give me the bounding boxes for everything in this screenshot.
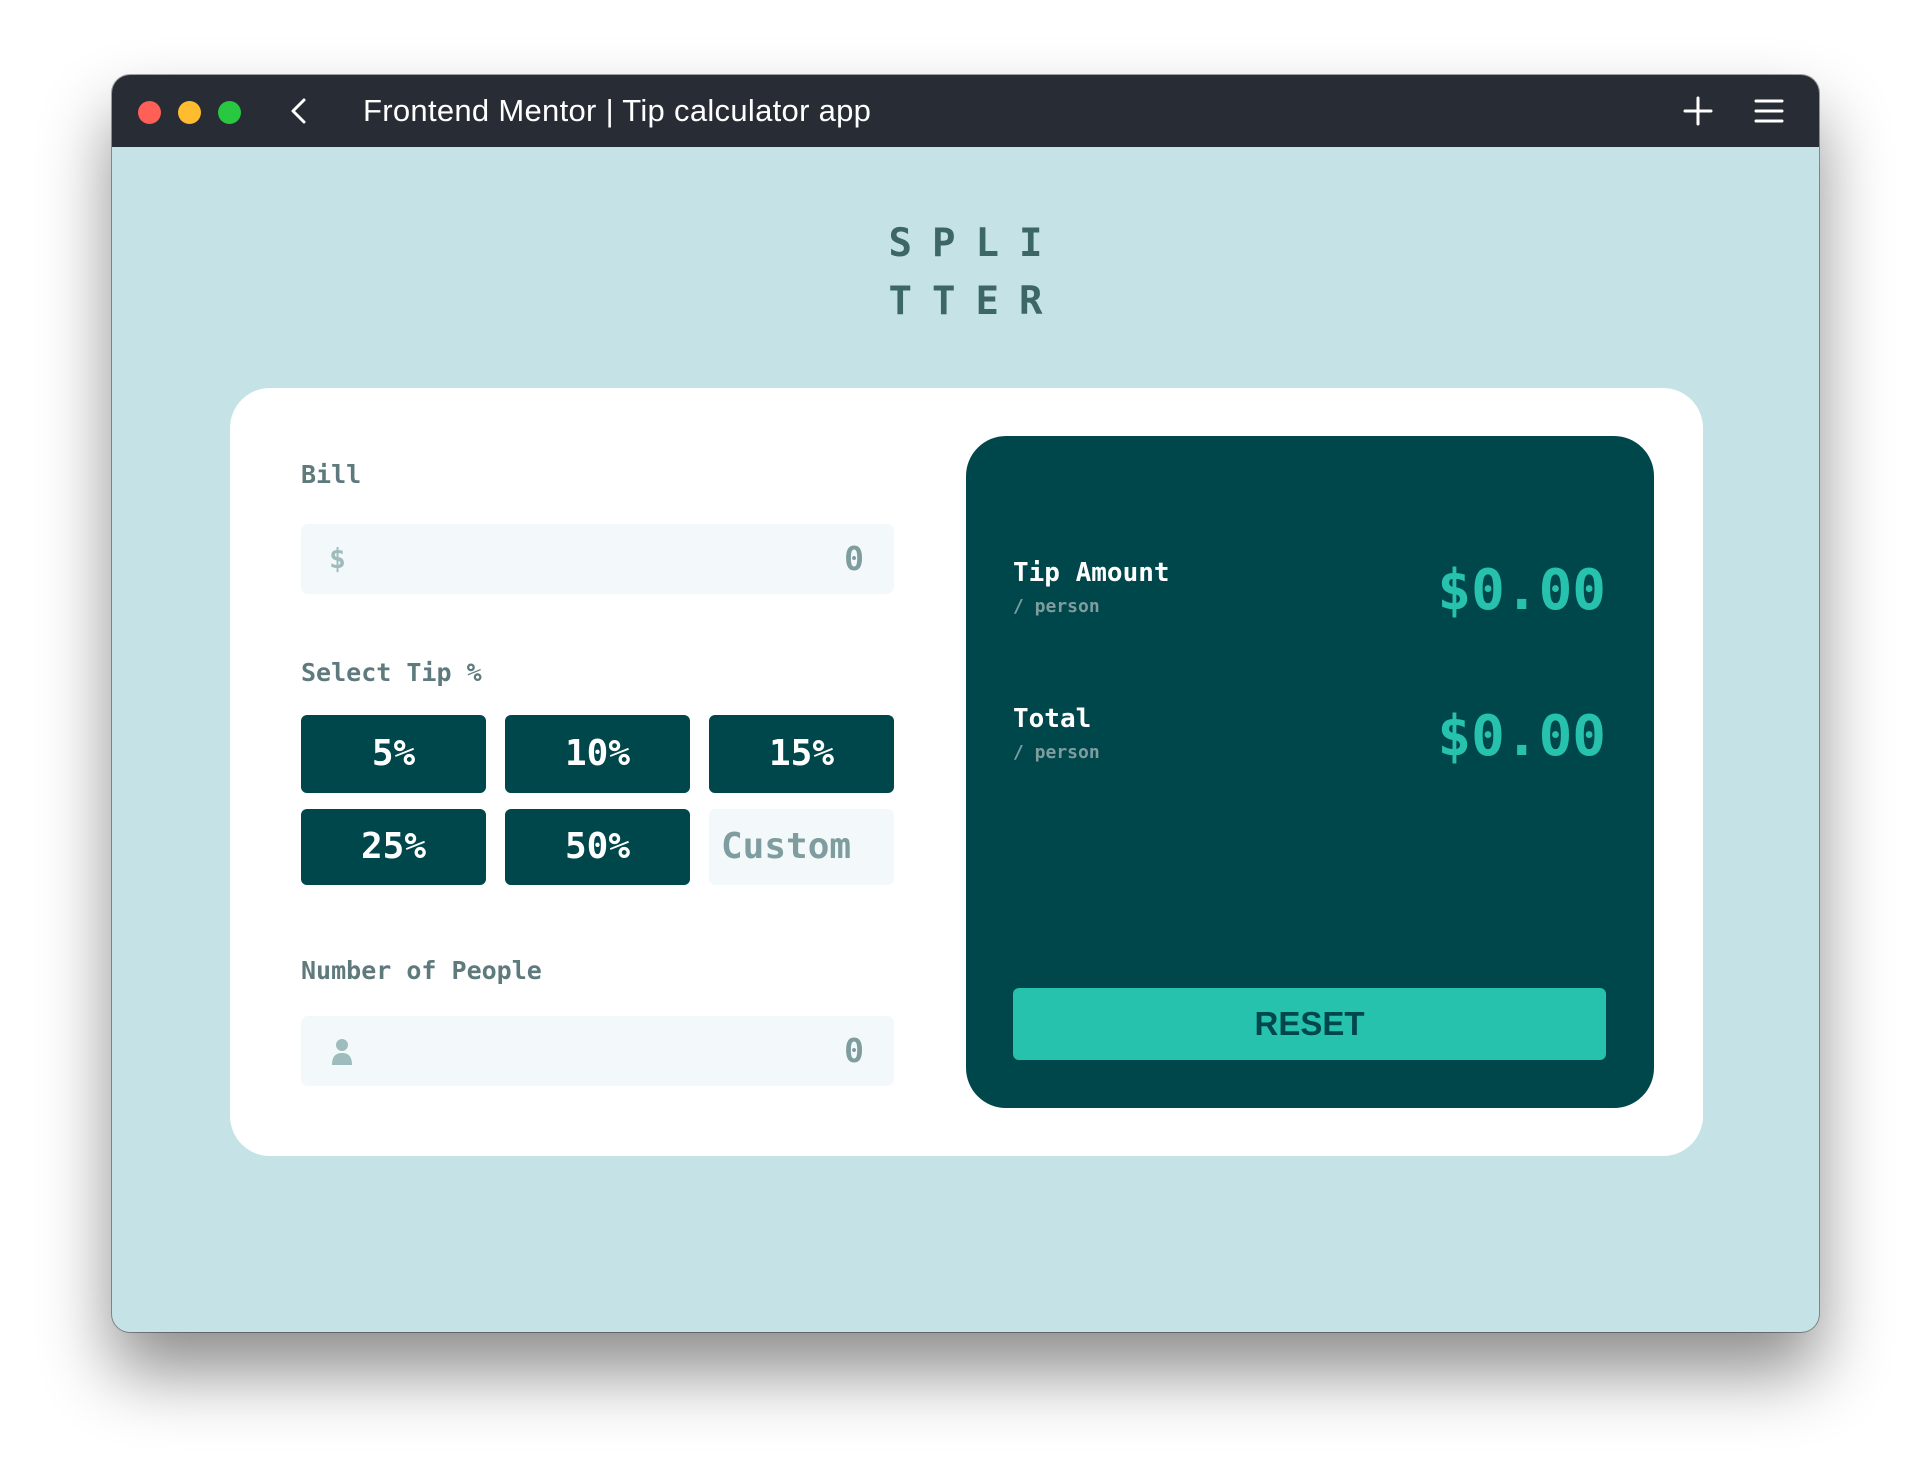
bill-input-value: 0 bbox=[844, 539, 864, 578]
dollar-icon: $ bbox=[329, 542, 346, 575]
results-panel: Tip Amount / person $0.00 Total / person… bbox=[966, 436, 1654, 1108]
tip-button-10[interactable]: 10% bbox=[505, 715, 690, 793]
window-title: Frontend Mentor | Tip calculator app bbox=[363, 93, 872, 128]
custom-tip-input[interactable]: Custom bbox=[709, 809, 894, 885]
minimize-window-button[interactable] bbox=[178, 101, 201, 124]
person-icon bbox=[332, 1039, 352, 1065]
close-window-button[interactable] bbox=[138, 101, 161, 124]
title-bar: Frontend Mentor | Tip calculator app bbox=[112, 75, 1819, 147]
bill-input[interactable]: $ 0 bbox=[301, 524, 894, 594]
tip-button-15[interactable]: 15% bbox=[709, 715, 894, 793]
hamburger-menu-icon[interactable] bbox=[1751, 93, 1787, 129]
back-arrow-icon[interactable] bbox=[284, 95, 316, 127]
tip-button-50[interactable]: 50% bbox=[505, 809, 690, 885]
select-tip-label: Select Tip % bbox=[301, 658, 482, 687]
reset-button[interactable]: RESET bbox=[1013, 988, 1606, 1060]
maximize-window-button[interactable] bbox=[218, 101, 241, 124]
calculator-card: Bill $ 0 Select Tip % 5% 10% 15% 25% 50%… bbox=[230, 388, 1703, 1156]
total-label: Total bbox=[1013, 704, 1092, 734]
new-tab-icon[interactable] bbox=[1680, 93, 1716, 129]
tip-button-5[interactable]: 5% bbox=[301, 715, 486, 793]
tip-amount-value: $0.00 bbox=[1437, 558, 1606, 623]
bill-label: Bill bbox=[301, 460, 362, 489]
browser-window: Frontend Mentor | Tip calculator app SPL… bbox=[112, 75, 1819, 1332]
logo-line-1: SPLI bbox=[888, 221, 1063, 266]
number-of-people-input[interactable]: 0 bbox=[301, 1016, 894, 1086]
tip-amount-label: Tip Amount bbox=[1013, 558, 1170, 588]
tip-amount-per-person-label: / person bbox=[1013, 596, 1100, 617]
number-of-people-value: 0 bbox=[844, 1031, 864, 1070]
tip-button-25[interactable]: 25% bbox=[301, 809, 486, 885]
number-of-people-label: Number of People bbox=[301, 956, 542, 985]
splitter-logo: SPLI TTER bbox=[112, 215, 1819, 331]
logo-line-2: TTER bbox=[888, 279, 1063, 324]
total-value: $0.00 bbox=[1437, 704, 1606, 769]
total-per-person-label: / person bbox=[1013, 742, 1100, 763]
